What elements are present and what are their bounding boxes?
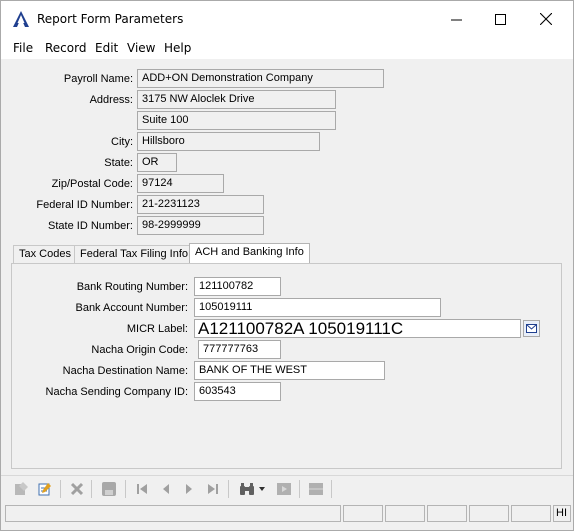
previous-record-button[interactable] <box>156 480 176 498</box>
go-to-icon <box>277 483 291 495</box>
status-cell <box>385 505 425 522</box>
tab-federal-tax-filing-info[interactable]: Federal Tax Filing Info <box>74 245 195 264</box>
address-line1-field[interactable]: 3175 NW Aloclek Drive <box>137 90 336 109</box>
nacha-sending-id-label: Nacha Sending Company ID: <box>45 386 188 398</box>
nacha-origin-field[interactable]: 777777763 <box>198 340 281 359</box>
binoculars-icon <box>240 483 254 495</box>
status-cell <box>511 505 551 522</box>
toolbar-separator <box>91 480 92 498</box>
edit-record-icon <box>38 483 51 496</box>
save-icon <box>102 482 116 496</box>
nacha-origin-label: Nacha Origin Code: <box>91 344 188 356</box>
city-label: City: <box>111 136 133 148</box>
payroll-name-field[interactable]: ADD+ON Demonstration Company <box>137 69 384 88</box>
federal-id-label: Federal ID Number: <box>36 199 133 211</box>
previous-record-icon <box>163 484 169 494</box>
payroll-name-label: Payroll Name: <box>63 73 133 85</box>
first-record-button[interactable] <box>132 480 152 498</box>
bank-account-field[interactable]: 105019111 <box>194 298 441 317</box>
toolbar-separator <box>331 480 332 498</box>
state-field[interactable]: OR <box>137 153 177 172</box>
last-record-icon <box>208 484 218 494</box>
report-form-window: Report Form Parameters File Record Edit … <box>0 0 574 531</box>
maximize-icon <box>494 13 506 25</box>
toolbar-separator <box>60 480 61 498</box>
state-id-field[interactable]: 98-2999999 <box>137 216 264 235</box>
minimize-icon <box>450 19 462 20</box>
tab-ach-and-banking-info[interactable]: ACH and Banking Info <box>189 243 310 264</box>
bank-routing-label: Bank Routing Number: <box>76 281 188 293</box>
menu-bar: File Record Edit View Help <box>1 37 573 59</box>
nacha-sending-id-field[interactable]: 603543 <box>194 382 281 401</box>
state-label: State: <box>104 157 133 169</box>
zip-label: Zip/Postal Code: <box>51 178 133 190</box>
zip-field[interactable]: 97124 <box>137 174 224 193</box>
envelope-icon <box>526 324 537 333</box>
first-record-icon <box>137 484 147 494</box>
delete-record-button[interactable] <box>67 480 87 498</box>
status-cell <box>343 505 383 522</box>
go-to-button[interactable] <box>274 480 294 498</box>
list-view-button[interactable] <box>306 480 326 498</box>
menu-edit[interactable]: Edit <box>95 41 118 55</box>
bank-account-label: Bank Account Number: <box>75 302 188 314</box>
new-record-icon <box>15 482 28 495</box>
close-button[interactable] <box>523 1 569 37</box>
find-button[interactable] <box>237 480 257 498</box>
toolbar-separator <box>299 480 300 498</box>
new-record-button[interactable] <box>11 480 31 498</box>
address-line2-field[interactable]: Suite 100 <box>137 111 336 130</box>
close-icon <box>540 13 552 25</box>
status-cell <box>427 505 467 522</box>
toolbar-separator <box>125 480 126 498</box>
maximize-button[interactable] <box>477 1 523 37</box>
status-bar: HI <box>1 503 573 523</box>
menu-record[interactable]: Record <box>45 41 86 55</box>
menu-view[interactable]: View <box>127 41 155 55</box>
chevron-down-icon <box>259 487 265 491</box>
bank-routing-field[interactable]: 121100782 <box>194 277 281 296</box>
micr-lookup-button[interactable] <box>523 320 540 337</box>
delete-icon <box>70 482 84 496</box>
edit-record-button[interactable] <box>35 480 55 498</box>
status-cell <box>469 505 509 522</box>
save-record-button[interactable] <box>99 480 119 498</box>
address-label: Address: <box>89 94 133 106</box>
state-id-label: State ID Number: <box>48 220 133 232</box>
next-record-icon <box>186 484 192 494</box>
tab-strip: Tax Codes Federal Tax Filing Info ACH an… <box>13 243 563 264</box>
app-logo-icon <box>13 11 29 27</box>
record-toolbar <box>1 475 573 501</box>
find-dropdown-button[interactable] <box>257 480 267 498</box>
micr-label-field[interactable]: A121100782A 105019111C <box>194 319 521 338</box>
menu-help[interactable]: Help <box>164 41 191 55</box>
city-field[interactable]: Hillsboro <box>137 132 320 151</box>
tab-tax-codes[interactable]: Tax Codes <box>13 245 77 264</box>
micr-label: MICR Label: <box>126 323 188 335</box>
nacha-destination-label: Nacha Destination Name: <box>62 365 188 377</box>
nacha-destination-field[interactable]: BANK OF THE WEST <box>194 361 385 380</box>
federal-id-field[interactable]: 21-2231123 <box>137 195 264 214</box>
ach-banking-panel: Bank Routing Number: 121100782 Bank Acco… <box>11 263 562 469</box>
last-record-button[interactable] <box>203 480 223 498</box>
list-view-icon <box>309 483 323 495</box>
window-title: Report Form Parameters <box>37 12 184 26</box>
menu-file[interactable]: File <box>13 41 33 55</box>
status-message <box>5 505 341 522</box>
status-mode-indicator: HI <box>553 505 571 522</box>
next-record-button[interactable] <box>179 480 199 498</box>
title-bar: Report Form Parameters <box>1 1 573 37</box>
minimize-button[interactable] <box>433 1 479 37</box>
toolbar-separator <box>228 480 229 498</box>
